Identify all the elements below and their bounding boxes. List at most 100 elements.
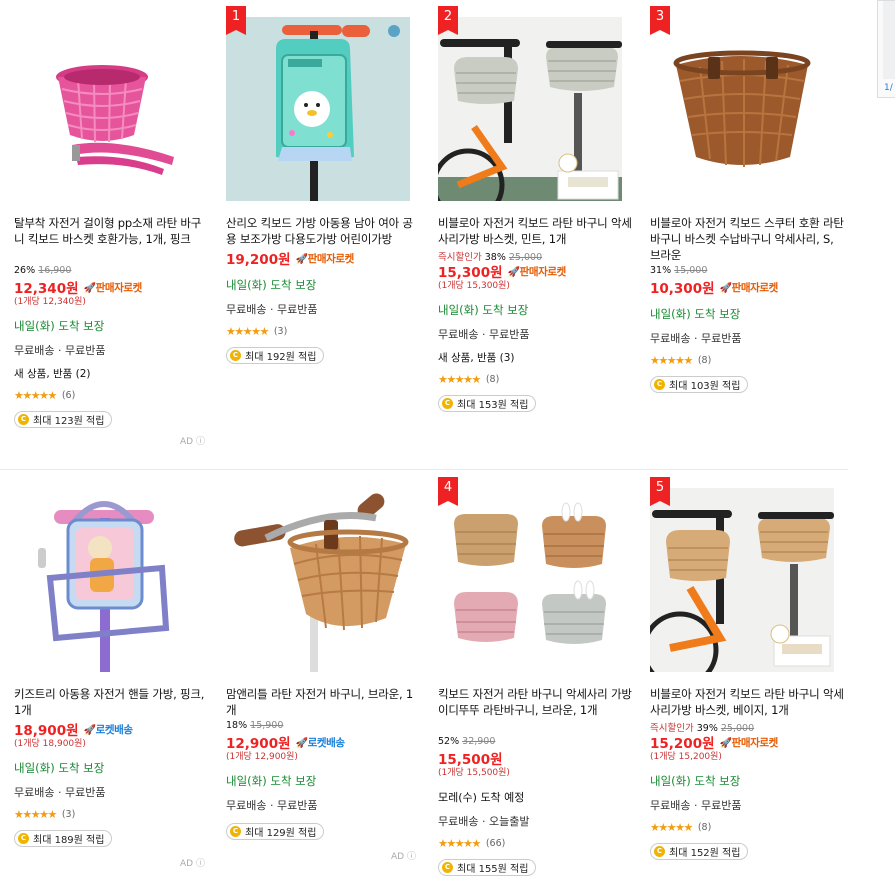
rating: ★★★★★ (3) [226,324,422,338]
original-price: 16,900 [38,265,72,276]
product-card[interactable]: 3 비블로아 자전거 킥보드 스쿠터 호환 라탄바구니 바스켓 수납바구니 악세… [650,6,846,393]
product-card[interactable]: 키즈트리 아동용 자전거 핸들 가방, 핑크, 1개 18,900원 🚀로켓배송 … [14,488,210,847]
shipping-info: 무료배송 · 무료반품 [14,786,106,799]
points-badge: C 최대 189원 적립 [14,830,113,847]
coin-icon: C [18,833,29,844]
points-badge: C 최대 155원 적립 [438,859,537,876]
sale-price: 12,900원 [226,736,291,752]
sale-price: 15,500원 [438,752,503,768]
row-divider [0,469,848,470]
unit-price: (1개당 12,340원) [14,297,86,307]
product-card[interactable]: 1 산리오 킥보드 가방 아동용 남아 여아 공용 보조가방 다용도가방 어린이… [226,6,422,364]
star-rating-icon: ★★★★★ [226,324,269,338]
new-used-link[interactable]: 새 상품, 반품 (2) [14,366,210,381]
product-image[interactable] [650,488,834,672]
rating: ★★★★★ (3) [14,807,210,821]
product-title[interactable]: 비블로아 자전거 킥보드 라탄 바구니 악세사리가방 바스켓, 민트, 1개 [438,215,634,247]
sale-price: 19,200원 [226,252,291,268]
sale-price: 18,900원 [14,723,79,739]
rocket-icon: 🚀 [83,282,96,294]
rank-badge: 3 [650,6,670,35]
product-image[interactable] [650,17,834,201]
product-card[interactable]: 맘앤리틀 라탄 자전거 바구니, 브라운, 1개 18% 15,900 12,9… [226,488,422,840]
shipping-info: 무료배송 · 무료반품 [226,799,318,812]
rating: ★★★★★ (66) [438,836,634,850]
unit-price: (1개당 12,900원) [226,752,298,762]
coin-icon: C [442,398,453,409]
unit-price: (1개당 18,900원) [14,739,86,749]
ad-label[interactable]: AD ⓘ [180,434,205,447]
star-rating-icon: ★★★★★ [14,807,57,821]
ad-label[interactable]: AD ⓘ [180,856,205,869]
discount-rate: 31% [650,265,672,276]
rank-badge: 2 [438,6,458,35]
shipping-info: 무료배송 · 무료반품 [226,303,318,316]
original-price: 25,000 [508,252,543,263]
product-image[interactable] [438,488,622,672]
product-image[interactable] [226,488,410,672]
star-rating-icon: ★★★★★ [438,372,481,386]
product-image[interactable] [14,488,198,672]
product-image[interactable] [14,17,198,201]
rating: ★★★★★ (8) [650,354,846,367]
points-badge: C 최대 192원 적립 [226,347,325,364]
arrival-info: 내일(화) 도착 보장 [14,761,105,775]
coin-icon: C [442,862,453,873]
rocket-icon: 🚀 [507,266,520,278]
review-count: (8) [697,354,712,366]
original-price: 32,900 [462,736,496,747]
unit-price: (1개당 15,200원) [650,752,722,762]
rocket-icon: 🚀 [295,737,308,749]
review-count: (8) [697,821,712,833]
product-title[interactable]: 킥보드 자전거 라탄 바구니 악세사리 가방 이디뚜뚜 라탄바구니, 브라운, … [438,686,634,734]
rocket-icon: 🚀 [719,737,732,749]
review-count: (3) [61,808,76,820]
product-title[interactable]: 산리오 킥보드 가방 아동용 남아 여아 공용 보조가방 다용도가방 어린이가방 [226,215,422,247]
new-used-link[interactable]: 새 상품, 반품 (3) [438,350,634,365]
rank-badge: 5 [650,477,670,506]
seller-rocket-badge: 🚀판매자로켓 [719,281,779,294]
coin-icon: C [18,414,29,425]
product-card[interactable]: 2 비블로아 자전거 킥보드 라탄 바구니 악세사리가방 바스켓, 민트, 1개… [438,6,634,412]
points-badge: C 최대 103원 적립 [650,376,749,393]
discount-rate: 26% [14,265,36,276]
product-title[interactable]: 키즈트리 아동용 자전거 핸들 가방, 핑크, 1개 [14,686,210,718]
coin-icon: C [654,846,665,857]
product-image[interactable] [438,17,622,201]
product-card[interactable]: 4 킥보드 자전거 라탄 바구니 악세사리 가방 이디뚜뚜 라탄바구니, 브라운… [438,477,634,876]
shipping-info: 무료배송 · 무료반품 [650,332,742,345]
original-price: 15,900 [250,720,284,731]
review-count: (6) [61,389,76,401]
product-title[interactable]: 맘앤리틀 라탄 자전거 바구니, 브라운, 1개 [226,686,422,718]
product-image[interactable] [226,17,410,201]
arrival-info: 내일(화) 도착 보장 [226,278,317,292]
product-title[interactable]: 비블로아 자전거 킥보드 스쿠터 호환 라탄바구니 바스켓 수납바구니 악세사리… [650,215,846,263]
unit-price: (1개당 15,300원) [438,281,510,291]
review-count: (3) [273,325,288,337]
arrival-info: 내일(화) 도착 보장 [650,307,741,321]
discount-rate: 18% [226,720,248,731]
shipping-info: 무료배송 · 무료반품 [650,799,742,812]
sale-price: 15,300원 [438,265,503,281]
star-rating-icon: ★★★★★ [14,388,57,402]
sale-price: 10,300원 [650,281,715,297]
product-title[interactable]: 비블로아 자전거 킥보드 라탄 바구니 악세사리가방 바스켓, 베이지, 1개 [650,686,846,718]
points-badge: C 최대 153원 적립 [438,395,537,412]
unit-price: (1개당 15,500원) [438,768,510,778]
ad-label[interactable]: AD ⓘ [391,849,416,862]
side-panel[interactable]: 1/ [877,0,895,98]
side-panel-page: 1/ [884,83,893,93]
coin-icon: C [230,826,241,837]
product-title[interactable]: 탈부착 자전거 걸이형 pp소재 라탄 바구니 킥보드 바스켓 호환가능, 1개… [14,215,210,263]
shipping-info: 무료배송 · 오늘출발 [438,815,530,828]
star-rating-icon: ★★★★★ [438,836,481,850]
product-card[interactable]: 5 비블로아 자전거 킥보드 라탄 바구니 악세사리가방 바스켓, 베이지, 1… [650,477,846,860]
shipping-info: 무료배송 · 무료반품 [14,344,106,357]
star-rating-icon: ★★★★★ [650,820,693,834]
points-badge: C 최대 123원 적립 [14,411,113,428]
discount-rate: 52% [438,736,460,747]
rank-badge: 1 [226,6,246,35]
rocket-delivery-badge: 🚀로켓배송 [295,736,346,749]
product-card[interactable]: 탈부착 자전거 걸이형 pp소재 라탄 바구니 킥보드 바스켓 호환가능, 1개… [14,17,210,428]
rocket-delivery-badge: 🚀로켓배송 [83,723,134,736]
